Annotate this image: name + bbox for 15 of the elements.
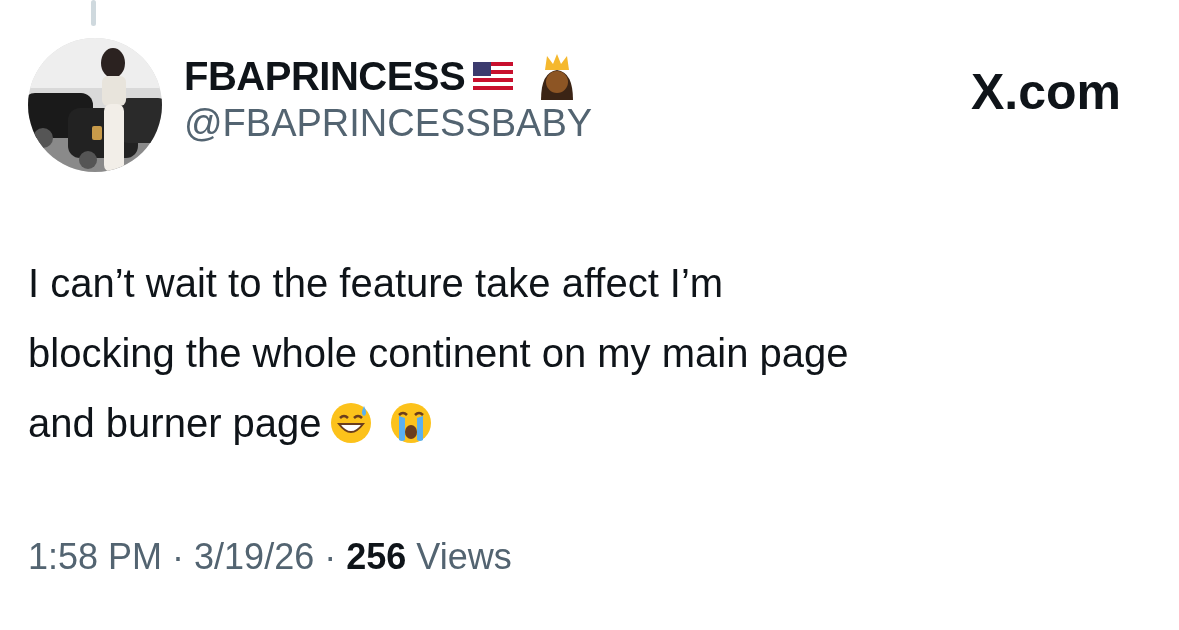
post-date[interactable]: 3/19/26 — [194, 536, 315, 578]
post-text: I can’t wait to the feature take affect I’m — [28, 260, 725, 307]
separator: · — [324, 536, 337, 578]
display-name[interactable]: FBAPRINCESS — [184, 52, 466, 100]
crying-emoji-icon — [389, 402, 432, 444]
user-handle[interactable]: @FBAPRINCESSBABY — [184, 100, 593, 146]
post-time[interactable]: 1:58 PM — [28, 536, 163, 578]
site-label: X.com — [970, 64, 1121, 120]
flag-icon — [473, 62, 514, 90]
separator: · — [172, 536, 185, 578]
view-count: 256 Views — [346, 536, 512, 578]
thread-line — [91, 0, 96, 26]
post-text: and burner page — [28, 400, 322, 447]
post-text: blocking the whole continent on my main page — [28, 330, 850, 377]
sweat-smile-emoji-icon — [329, 402, 372, 444]
